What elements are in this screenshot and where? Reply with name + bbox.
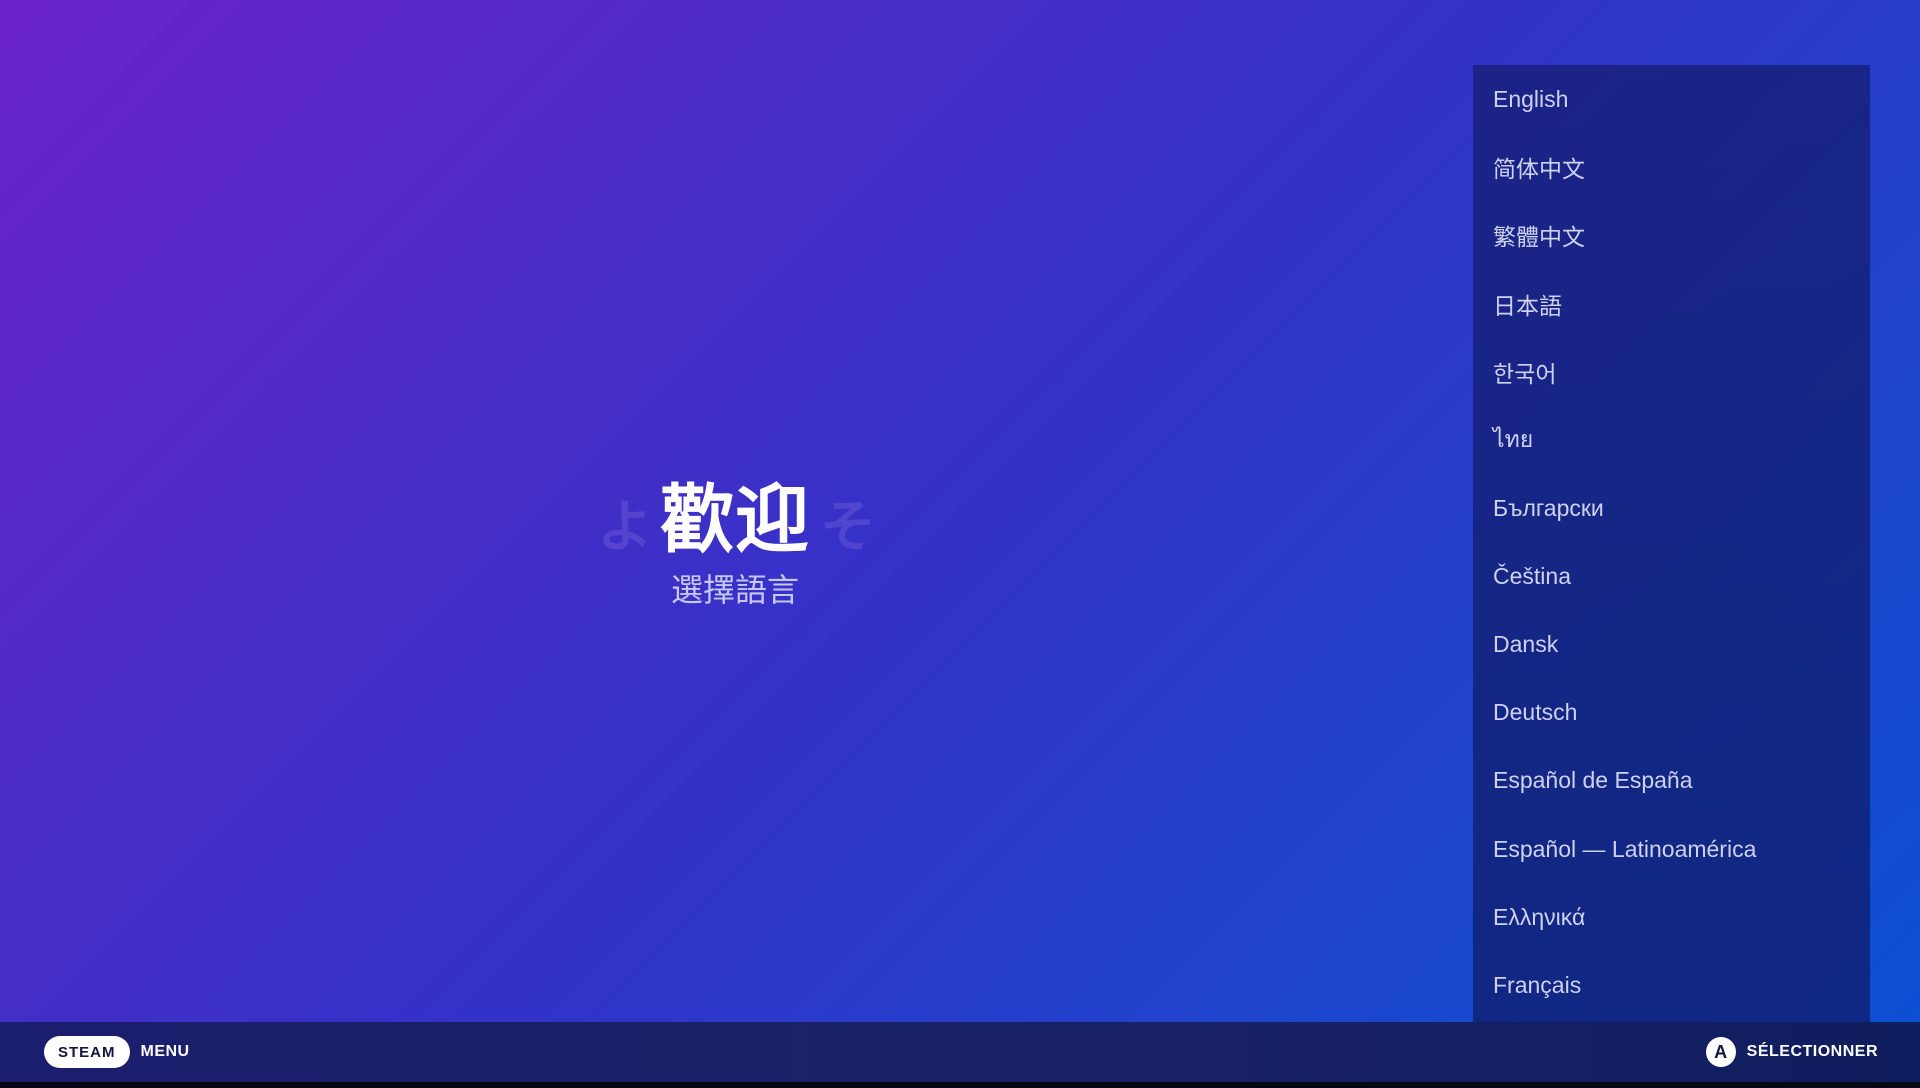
language-item-french[interactable]: Français bbox=[1473, 951, 1870, 1019]
menu-label: MENU bbox=[140, 1043, 190, 1060]
language-item-bulgarian[interactable]: Български bbox=[1473, 474, 1870, 542]
welcome-subtitle: 選擇語言 bbox=[670, 571, 799, 609]
language-item-japanese[interactable]: 日本語 bbox=[1473, 270, 1870, 338]
bottom-edge bbox=[0, 1082, 1920, 1088]
welcome-block: よ そ 歡迎 選擇語言 bbox=[585, 470, 885, 620]
bottom-bar: STEAM MENU A SÉLECTIONNER bbox=[0, 1022, 1920, 1082]
language-item-greek[interactable]: Ελληνικά bbox=[1473, 883, 1870, 951]
language-item-german[interactable]: Deutsch bbox=[1473, 679, 1870, 747]
language-item-thai[interactable]: ไทย bbox=[1473, 406, 1870, 474]
steam-button-icon[interactable]: STEAM bbox=[44, 1036, 130, 1068]
select-hint[interactable]: A SÉLECTIONNER bbox=[1705, 1037, 1878, 1067]
language-item-english[interactable]: English bbox=[1473, 65, 1870, 133]
language-item-spanish-spain[interactable]: Español de España bbox=[1473, 747, 1870, 815]
a-button-icon[interactable]: A bbox=[1705, 1037, 1736, 1067]
language-item-spanish-latam[interactable]: Español — Latinoamérica bbox=[1473, 815, 1870, 883]
language-item-czech[interactable]: Čeština bbox=[1473, 542, 1870, 610]
steam-menu-hint[interactable]: STEAM MENU bbox=[44, 1036, 190, 1068]
language-item-danish[interactable]: Dansk bbox=[1473, 611, 1870, 679]
setup-screen: よ そ 歡迎 選擇語言 English 简体中文 繁體中文 日本語 한국어 ไท… bbox=[0, 0, 1920, 1088]
language-item-korean[interactable]: 한국어 bbox=[1473, 338, 1870, 406]
language-item-simplified-chinese[interactable]: 简体中文 bbox=[1473, 133, 1870, 201]
language-list[interactable]: English 简体中文 繁體中文 日本語 한국어 ไทย Български … bbox=[1473, 65, 1870, 1022]
welcome-title: 歡迎 bbox=[660, 477, 810, 563]
language-item-traditional-chinese[interactable]: 繁體中文 bbox=[1473, 201, 1870, 269]
select-label: SÉLECTIONNER bbox=[1746, 1043, 1878, 1060]
